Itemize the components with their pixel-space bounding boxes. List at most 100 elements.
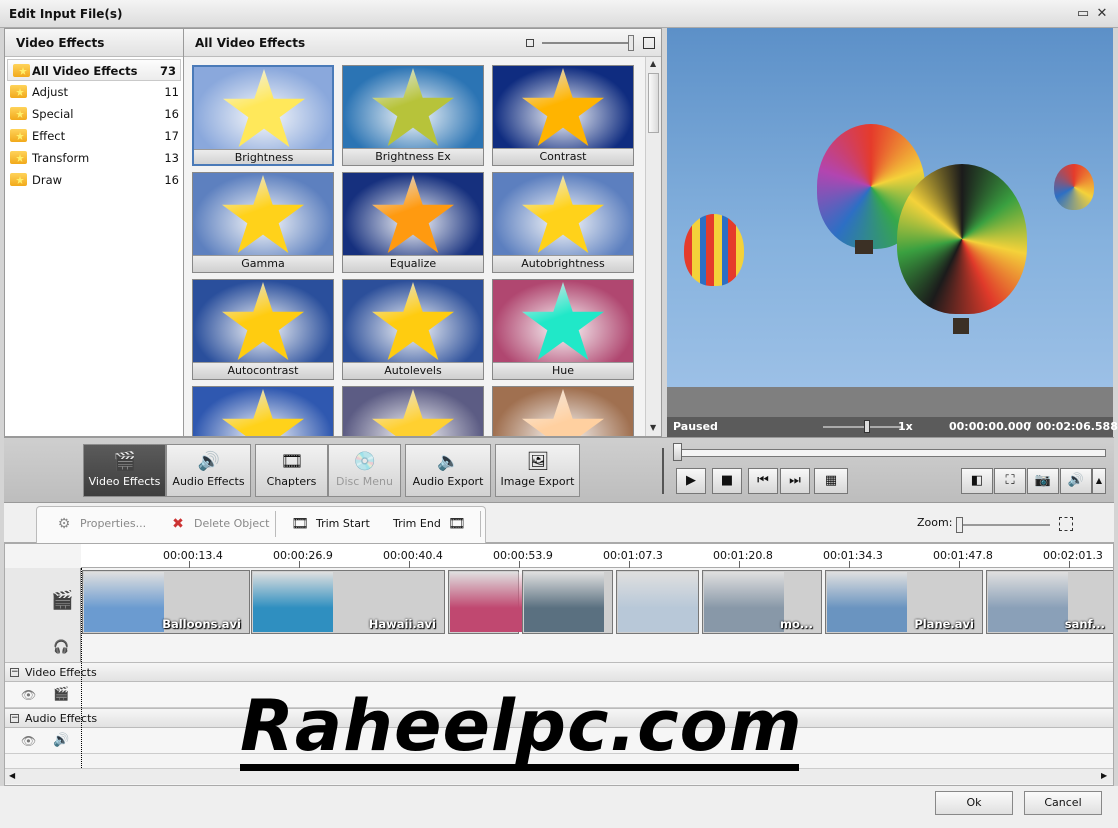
seek-handle[interactable] xyxy=(673,443,682,461)
timeline-clip[interactable] xyxy=(522,570,613,634)
time-separator: / xyxy=(1027,420,1032,433)
restore-icon[interactable]: ▭ xyxy=(1075,6,1091,22)
window-title: Edit Input File(s) xyxy=(9,7,123,21)
player-status-bar: Paused 1x 00:00:00.000 / 00:02:06.588 xyxy=(667,417,1118,437)
effect-label: Autolevels xyxy=(343,362,483,379)
trim-start-button[interactable]: 🎞 Trim Start xyxy=(290,516,370,532)
timeline-clip[interactable] xyxy=(616,570,699,634)
snapshot-icon[interactable]: 📷 xyxy=(1027,468,1059,494)
category-label: All Video Effects xyxy=(32,64,138,78)
effect-label: Contrast xyxy=(493,148,633,165)
video-effects-section[interactable]: − Video Effects xyxy=(5,662,1113,682)
scroll-thumb[interactable] xyxy=(648,73,659,133)
trim-end-button[interactable]: Trim End 🎞 xyxy=(393,516,473,532)
delete-object-button[interactable]: ✖ Delete Object xyxy=(168,516,269,532)
effect-tile[interactable]: Equalize xyxy=(342,172,484,273)
category-item[interactable]: Draw 16 xyxy=(5,169,183,191)
play-icon[interactable]: ▶ xyxy=(676,468,706,494)
effect-tile[interactable]: Contrast xyxy=(492,65,634,166)
image-export-button[interactable]: 🖼 Image Export xyxy=(495,444,580,497)
large-thumbnail-icon[interactable] xyxy=(643,37,655,49)
properties-button[interactable]: ⚙ Properties... xyxy=(54,516,146,532)
effect-tile[interactable]: Autolevels xyxy=(342,279,484,380)
folder-icon xyxy=(10,173,27,186)
cancel-button[interactable]: Cancel xyxy=(1024,791,1102,815)
volume-slider[interactable] xyxy=(823,426,903,428)
trim-start-icon: 🎞 xyxy=(291,516,309,532)
scroll-left-icon[interactable]: ◀ xyxy=(9,771,15,780)
category-item[interactable]: All Video Effects 73 xyxy=(7,59,181,81)
timeline-cursor[interactable] xyxy=(81,568,82,768)
timeline-clip[interactable]: Plane.avi xyxy=(825,570,983,634)
ruler-tick-mark xyxy=(959,561,960,568)
scroll-right-icon[interactable]: ▶ xyxy=(1101,771,1107,780)
next-frame-icon[interactable]: ⏭ xyxy=(780,468,810,494)
zoom-handle[interactable] xyxy=(956,517,963,533)
timeline-clip[interactable] xyxy=(448,570,530,634)
stop-icon[interactable]: ■ xyxy=(712,468,742,494)
video-effects-button[interactable]: 🎬 Video Effects xyxy=(83,444,166,497)
fit-zoom-icon[interactable] xyxy=(1059,517,1073,531)
zoom-slider[interactable] xyxy=(960,524,1050,526)
category-item[interactable]: Adjust 11 xyxy=(5,81,183,103)
ok-button[interactable]: Ok xyxy=(935,791,1013,815)
effect-tile[interactable]: Autocontrast xyxy=(192,279,334,380)
effect-tile[interactable]: Brightness Ex xyxy=(342,65,484,166)
timeline-clip[interactable]: sanf... xyxy=(986,570,1113,634)
effects-header: All Video Effects xyxy=(184,29,661,57)
effect-tile[interactable] xyxy=(192,386,334,436)
category-item[interactable]: Effect 17 xyxy=(5,125,183,147)
compare-icon[interactable]: ◧ xyxy=(961,468,993,494)
more-options-icon[interactable]: ▲ xyxy=(1092,468,1106,494)
collapse-icon[interactable]: − xyxy=(10,668,19,677)
video-frame[interactable] xyxy=(667,28,1113,387)
previous-frame-icon[interactable]: ⏮ xyxy=(748,468,778,494)
frame-mode-icon[interactable]: ▦ xyxy=(814,468,848,494)
volume-handle[interactable] xyxy=(864,420,870,433)
clip-thumbnail xyxy=(253,572,333,632)
small-thumbnail-icon[interactable] xyxy=(526,39,534,47)
disc-menu-button[interactable]: 💿 Disc Menu xyxy=(328,444,401,497)
folder-icon xyxy=(10,85,27,98)
ruler-tick-mark xyxy=(629,561,630,568)
video-effects-track-icon: 🎬 xyxy=(53,687,70,702)
timeline-clip[interactable]: Hawaii.avi xyxy=(251,570,445,634)
eye-icon[interactable]: 👁 xyxy=(21,688,36,702)
fullscreen-icon[interactable]: ⛶ xyxy=(994,468,1026,494)
chapters-button[interactable]: 🎞 Chapters xyxy=(255,444,328,497)
video-effects-icon: 🎬 xyxy=(113,451,136,472)
video-track-header: 🎬 xyxy=(5,568,81,636)
clip-thumbnail xyxy=(704,572,784,632)
audio-export-button[interactable]: 🔈 Audio Export xyxy=(405,444,491,497)
effect-label: Autobrightness xyxy=(493,255,633,272)
ruler-tick-label: 00:01:34.3 xyxy=(823,549,883,562)
scroll-up-icon[interactable]: ▲ xyxy=(650,59,656,68)
ruler-tick-label: 00:00:53.9 xyxy=(493,549,553,562)
category-item[interactable]: Transform 13 xyxy=(5,147,183,169)
timeline-clip[interactable]: Balloons.avi xyxy=(82,570,250,634)
effect-label: Hue xyxy=(493,362,633,379)
folder-icon xyxy=(10,107,27,120)
effect-tile[interactable]: Autobrightness xyxy=(492,172,634,273)
effects-scrollbar[interactable]: ▲ ▼ xyxy=(645,57,661,436)
category-item[interactable]: Special 16 xyxy=(5,103,183,125)
scroll-down-icon[interactable]: ▼ xyxy=(650,423,656,432)
effect-tile[interactable] xyxy=(342,386,484,436)
effect-tile[interactable]: Brightness xyxy=(192,65,334,166)
category-label: Adjust xyxy=(32,85,68,99)
thumbnail-size-slider[interactable] xyxy=(542,42,632,44)
effect-tile[interactable]: Hue xyxy=(492,279,634,380)
close-icon[interactable]: ✕ xyxy=(1094,6,1110,22)
seek-bar[interactable] xyxy=(674,449,1106,457)
effect-tile[interactable]: Gamma xyxy=(192,172,334,273)
total-time: 00:02:06.588 xyxy=(1036,420,1118,433)
effect-tile[interactable] xyxy=(492,386,634,436)
collapse-icon[interactable]: − xyxy=(10,714,19,723)
eye-icon[interactable]: 👁 xyxy=(21,734,36,748)
timeline-clip[interactable]: mo... xyxy=(702,570,822,634)
effect-label: Brightness xyxy=(194,149,332,164)
audio-effects-button[interactable]: 🔊 Audio Effects xyxy=(166,444,251,497)
thumbnail-size-handle[interactable] xyxy=(628,35,634,51)
time-ruler[interactable]: 00:00:13.4 00:00:26.9 00:00:40.4 00:00:53.9… xyxy=(81,544,1113,568)
volume-icon[interactable]: 🔊 xyxy=(1060,468,1092,494)
